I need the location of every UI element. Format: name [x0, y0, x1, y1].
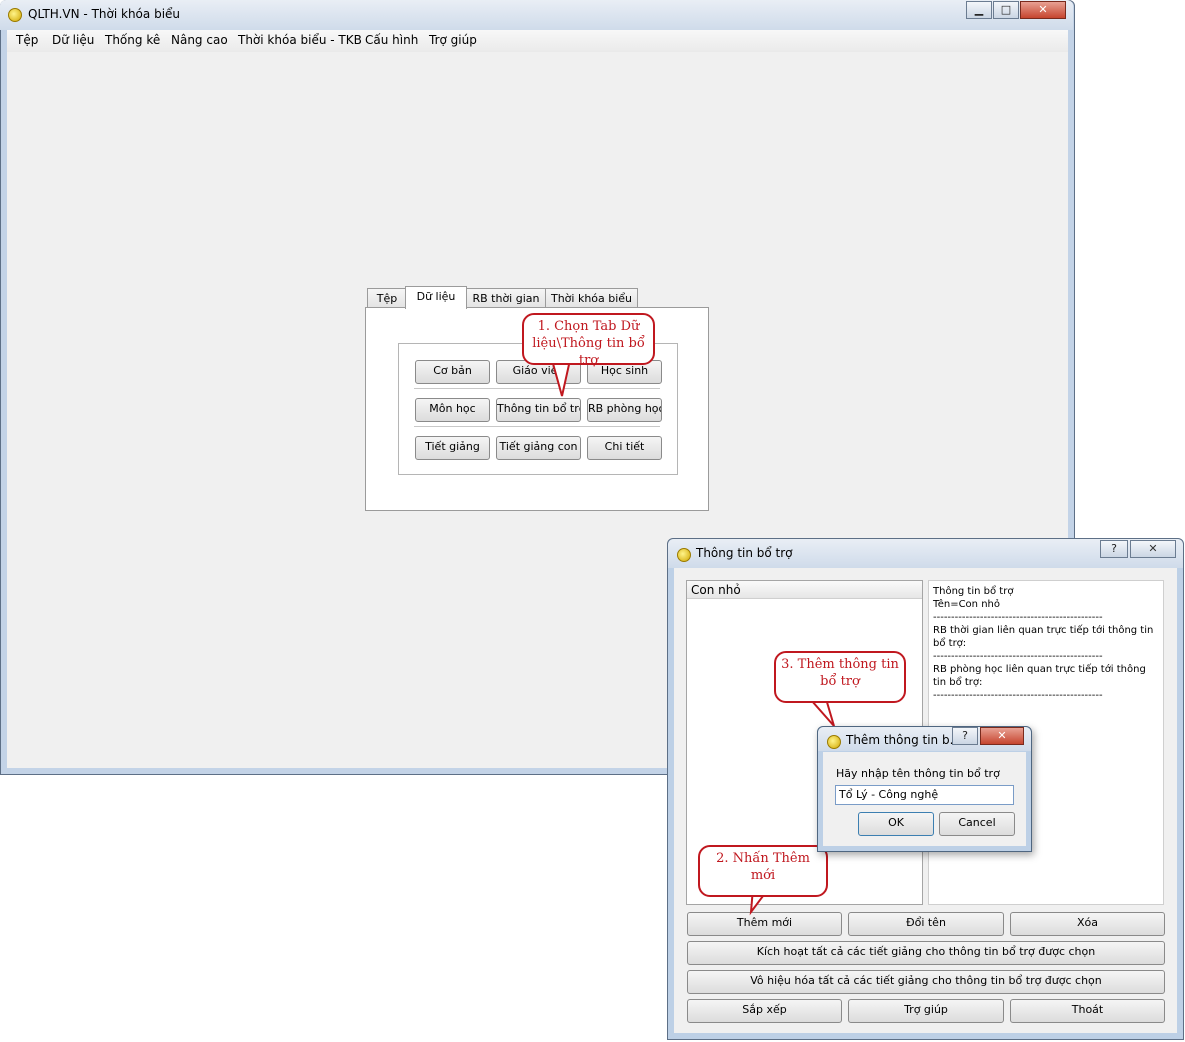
menu-tro-giup[interactable]: Trợ giúp [429, 33, 477, 47]
menu-du-lieu[interactable]: Dữ liệu [52, 33, 94, 47]
sort-button[interactable]: Sắp xếp [687, 999, 842, 1023]
menu-thong-ke[interactable]: Thống kê [105, 33, 160, 47]
menu-bar: Tệp Dữ liệu Thống kê Nâng cao Thời khóa … [7, 30, 1068, 52]
tiet-giang-con-button[interactable]: Tiết giảng con [496, 436, 581, 460]
help-button[interactable]: ? [952, 727, 978, 745]
separator [414, 426, 660, 427]
close-button[interactable]: ✕ [1130, 540, 1176, 558]
menu-tep[interactable]: Tệp [16, 33, 38, 47]
cancel-button[interactable]: Cancel [939, 812, 1015, 836]
co-ban-button[interactable]: Cơ bản [415, 360, 490, 384]
delete-button[interactable]: Xóa [1010, 912, 1165, 936]
prompt-label: Hãy nhập tên thông tin bổ trợ [836, 767, 1000, 780]
maximize-button[interactable]: □ [993, 1, 1019, 19]
menu-cau-hinh[interactable]: Cấu hình [365, 33, 418, 47]
exit-button[interactable]: Thoát [1010, 999, 1165, 1023]
tab-du-lieu[interactable]: Dữ liệu [405, 286, 467, 309]
separator [414, 388, 660, 389]
details-separator: ----------------------------------------… [933, 690, 1103, 701]
details-line: RB phòng học liên quan trực tiếp tới thô… [933, 664, 1150, 688]
list-item-label: Con nhỏ [691, 583, 741, 597]
rename-button[interactable]: Đổi tên [848, 912, 1004, 936]
close-button[interactable]: ✕ [1020, 1, 1066, 19]
name-input[interactable]: Tổ Lý - Công nghệ [835, 785, 1014, 805]
tab-tep[interactable]: Tệp [367, 288, 407, 309]
info-dialog-title: Thông tin bổ trợ [696, 546, 793, 560]
chi-tiet-button[interactable]: Chi tiết [587, 436, 662, 460]
details-line: Thông tin bổ trợ [933, 586, 1014, 597]
thong-tin-bo-tro-button[interactable]: Thông tin bổ trợ [496, 398, 581, 422]
window-title: QLTH.VN - Thời khóa biểu [28, 7, 181, 21]
details-line: Tên=Con nhỏ [933, 599, 1000, 610]
rb-phong-hoc-button[interactable]: RB phòng học [587, 398, 662, 422]
details-separator: ----------------------------------------… [933, 612, 1103, 623]
help-text-button[interactable]: Trợ giúp [848, 999, 1004, 1023]
callout-step-3: 3. Thêm thông tin bổ trợ [774, 651, 906, 703]
app-icon [8, 8, 22, 22]
app-icon [827, 735, 841, 749]
callout-pointer [550, 360, 572, 397]
callout-step-1: 1. Chọn Tab Dữ liệu\Thông tin bổ trợ [522, 313, 655, 368]
help-button[interactable]: ? [1100, 540, 1128, 558]
tab-rb-thoi-gian[interactable]: RB thời gian [465, 288, 547, 309]
details-line: RB thời gian liên quan trực tiếp tới thô… [933, 625, 1157, 649]
menu-thoi-khoa-bieu[interactable]: Thời khóa biểu - TKB [238, 33, 362, 47]
app-icon [677, 548, 691, 562]
activate-all-button[interactable]: Kích hoạt tất cả các tiết giảng cho thôn… [687, 941, 1165, 965]
details-separator: ----------------------------------------… [933, 651, 1103, 662]
add-dialog-title: Thêm thông tin b... [846, 733, 962, 747]
deactivate-all-button[interactable]: Vô hiệu hóa tất cả các tiết giảng cho th… [687, 970, 1165, 994]
tiet-giang-button[interactable]: Tiết giảng [415, 436, 490, 460]
close-button[interactable]: ✕ [980, 727, 1024, 745]
menu-nang-cao[interactable]: Nâng cao [171, 33, 228, 47]
callout-step-2: 2. Nhấn Thêm mới [698, 845, 828, 897]
tab-thoi-khoa-bieu[interactable]: Thời khóa biểu [545, 288, 638, 309]
mon-hoc-button[interactable]: Môn học [415, 398, 490, 422]
ok-button[interactable]: OK [858, 812, 934, 836]
minimize-button[interactable]: ▁ [966, 1, 992, 19]
list-item[interactable]: Con nhỏ [687, 581, 922, 599]
